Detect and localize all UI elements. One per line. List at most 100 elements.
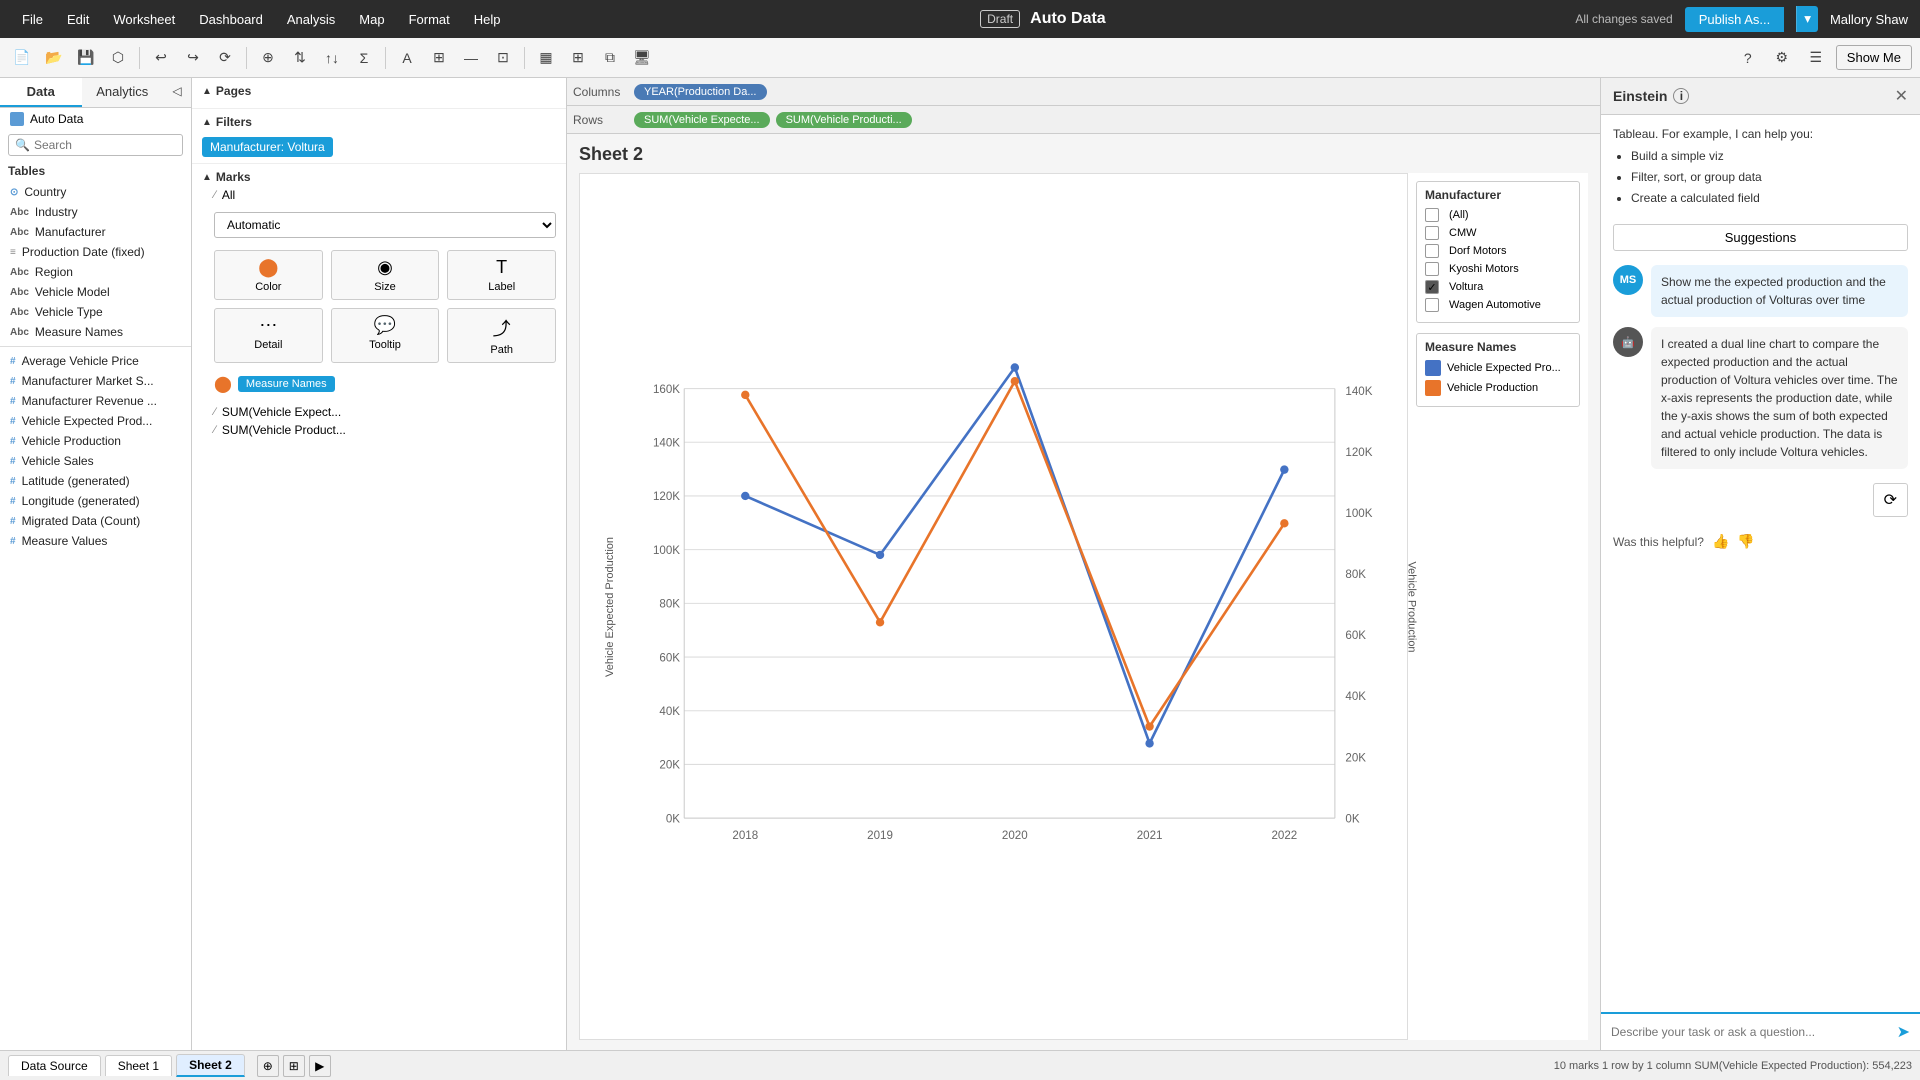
question-btn[interactable]: ? bbox=[1734, 45, 1762, 71]
tab-present-button[interactable]: ▶ bbox=[309, 1055, 331, 1077]
tab-analytics[interactable]: Analytics bbox=[82, 78, 164, 107]
menu-dashboard[interactable]: Dashboard bbox=[189, 8, 273, 31]
field-vehicle-type[interactable]: Abc Vehicle Type bbox=[0, 302, 191, 322]
device-btn[interactable]: 🖥 bbox=[628, 45, 656, 71]
einstein-info-icon[interactable]: i bbox=[1673, 88, 1689, 104]
field-veh-production[interactable]: # Vehicle Production bbox=[0, 431, 191, 451]
legend-wagen[interactable]: Wagen Automotive bbox=[1425, 298, 1571, 312]
mark-btn-color[interactable]: ⬤ Color bbox=[214, 250, 323, 300]
new-button[interactable]: 📄 bbox=[8, 45, 36, 71]
line-type[interactable]: — bbox=[457, 45, 485, 71]
mark-btn-path[interactable]: ⤴ Path bbox=[447, 308, 556, 363]
field-avg-price[interactable]: # Average Vehicle Price bbox=[0, 351, 191, 371]
text-size[interactable]: A bbox=[393, 45, 421, 71]
mark-btn-label[interactable]: T Label bbox=[447, 250, 556, 300]
show-me-icon[interactable]: ☰ bbox=[1802, 45, 1830, 71]
sidebar-collapse[interactable]: ◁ bbox=[163, 78, 191, 104]
tab-grid-button[interactable]: ⊞ bbox=[283, 1055, 305, 1077]
checkbox-all[interactable] bbox=[1425, 208, 1439, 222]
field-latitude[interactable]: # Latitude (generated) bbox=[0, 471, 191, 491]
einstein-input[interactable] bbox=[1611, 1025, 1891, 1039]
legend-voltura[interactable]: ✓ Voltura bbox=[1425, 280, 1571, 294]
filter-chip-manufacturer[interactable]: Manufacturer: Voltura bbox=[202, 137, 333, 157]
datasource-item[interactable]: Auto Data bbox=[0, 108, 191, 130]
sort-asc[interactable]: ↑↓ bbox=[318, 45, 346, 71]
menu-map[interactable]: Map bbox=[349, 8, 394, 31]
checkbox-wagen[interactable] bbox=[1425, 298, 1439, 312]
menu-edit[interactable]: Edit bbox=[57, 8, 99, 31]
legend-veh-expected-label: Vehicle Expected Pro... bbox=[1447, 362, 1561, 374]
field-prod-date[interactable]: ≡ Production Date (fixed) bbox=[0, 242, 191, 262]
rows-pill-2[interactable]: SUM(Vehicle Producti... bbox=[776, 112, 912, 128]
viz-type[interactable]: ▦ bbox=[532, 45, 560, 71]
menu-worksheet[interactable]: Worksheet bbox=[103, 8, 185, 31]
mark-btn-size[interactable]: ◉ Size bbox=[331, 250, 440, 300]
duplicate-button[interactable]: ⊕ bbox=[254, 45, 282, 71]
field-veh-sales[interactable]: # Vehicle Sales bbox=[0, 451, 191, 471]
group-btn[interactable]: ⊞ bbox=[564, 45, 592, 71]
checkbox-dorf[interactable] bbox=[1425, 244, 1439, 258]
legend-dorf[interactable]: Dorf Motors bbox=[1425, 244, 1571, 258]
sum-button[interactable]: Σ bbox=[350, 45, 378, 71]
menu-help[interactable]: Help bbox=[464, 8, 511, 31]
checkbox-cmw[interactable] bbox=[1425, 226, 1439, 240]
mark-btn-detail[interactable]: ⋯ Detail bbox=[214, 308, 323, 363]
pages-header: ▲ Pages bbox=[202, 84, 556, 98]
search-input[interactable] bbox=[34, 138, 176, 152]
open-button[interactable]: 📂 bbox=[40, 45, 68, 71]
legend-all[interactable]: (All) bbox=[1425, 208, 1571, 222]
tab-data[interactable]: Data bbox=[0, 78, 82, 107]
field-measure-values[interactable]: # Measure Values bbox=[0, 531, 191, 551]
measure-names-chip[interactable]: Measure Names bbox=[238, 376, 335, 392]
redo-button[interactable]: ↪ bbox=[179, 45, 207, 71]
field-migrated[interactable]: # Migrated Data (Count) bbox=[0, 511, 191, 531]
fit-btn[interactable]: ⊡ bbox=[489, 45, 517, 71]
checkbox-kyoshi[interactable] bbox=[1425, 262, 1439, 276]
legend-cmw[interactable]: CMW bbox=[1425, 226, 1571, 240]
save-button[interactable]: 💾 bbox=[72, 45, 100, 71]
field-mfr-revenue[interactable]: # Manufacturer Revenue ... bbox=[0, 391, 191, 411]
marks-type-select[interactable]: Automatic bbox=[214, 212, 556, 238]
field-mfr-market[interactable]: # Manufacturer Market S... bbox=[0, 371, 191, 391]
field-manufacturer[interactable]: Abc Manufacturer bbox=[0, 222, 191, 242]
rows-pill-1[interactable]: SUM(Vehicle Expecte... bbox=[634, 112, 770, 128]
suggestions-button[interactable]: Suggestions bbox=[1613, 224, 1908, 251]
search-bar[interactable]: 🔍 bbox=[8, 134, 183, 156]
tab-sheet2[interactable]: Sheet 2 bbox=[176, 1054, 245, 1077]
tab-datasource[interactable]: Data Source bbox=[8, 1055, 101, 1076]
field-vehicle-model[interactable]: Abc Vehicle Model bbox=[0, 282, 191, 302]
einstein-input-area[interactable]: ➤ bbox=[1601, 1012, 1920, 1050]
einstein-close-button[interactable]: ✕ bbox=[1895, 86, 1908, 106]
thumbs-up-button[interactable]: 👍 bbox=[1712, 533, 1729, 550]
legend-veh-production[interactable]: Vehicle Production bbox=[1425, 380, 1571, 396]
tab-sheet1[interactable]: Sheet 1 bbox=[105, 1055, 172, 1076]
field-measure-names[interactable]: Abc Measure Names bbox=[0, 322, 191, 342]
undo-button[interactable]: ↩ bbox=[147, 45, 175, 71]
publish-dropdown[interactable]: ▾ bbox=[1796, 6, 1818, 32]
menu-analysis[interactable]: Analysis bbox=[277, 8, 345, 31]
refresh-button[interactable]: ⟳ bbox=[1873, 483, 1908, 517]
field-region[interactable]: Abc Region bbox=[0, 262, 191, 282]
show-me-button[interactable]: Show Me bbox=[1836, 45, 1912, 70]
menu-file[interactable]: File bbox=[12, 8, 53, 31]
legend-veh-expected[interactable]: Vehicle Expected Pro... bbox=[1425, 360, 1571, 376]
field-industry[interactable]: Abc Industry bbox=[0, 202, 191, 222]
columns-pill[interactable]: YEAR(Production Da... bbox=[634, 84, 767, 100]
thumbs-down-button[interactable]: 👎 bbox=[1737, 533, 1754, 550]
settings-btn[interactable]: ⚙ bbox=[1768, 45, 1796, 71]
menu-format[interactable]: Format bbox=[399, 8, 460, 31]
tooltip-btn[interactable]: ⊞ bbox=[425, 45, 453, 71]
field-veh-expected[interactable]: # Vehicle Expected Prod... bbox=[0, 411, 191, 431]
send-button[interactable]: ➤ bbox=[1897, 1022, 1910, 1042]
checkbox-voltura[interactable]: ✓ bbox=[1425, 280, 1439, 294]
redo2-button[interactable]: ⟳ bbox=[211, 45, 239, 71]
swap-button[interactable]: ⇅ bbox=[286, 45, 314, 71]
legend-kyoshi[interactable]: Kyoshi Motors bbox=[1425, 262, 1571, 276]
mark-btn-tooltip[interactable]: 💬 Tooltip bbox=[331, 308, 440, 363]
field-longitude[interactable]: # Longitude (generated) bbox=[0, 491, 191, 511]
field-country[interactable]: ⊙ Country bbox=[0, 182, 191, 202]
save-as-button[interactable]: ⬡ bbox=[104, 45, 132, 71]
publish-button[interactable]: Publish As... bbox=[1685, 7, 1785, 32]
copy-btn[interactable]: ⧉ bbox=[596, 45, 624, 71]
tab-add-button[interactable]: ⊕ bbox=[257, 1055, 279, 1077]
